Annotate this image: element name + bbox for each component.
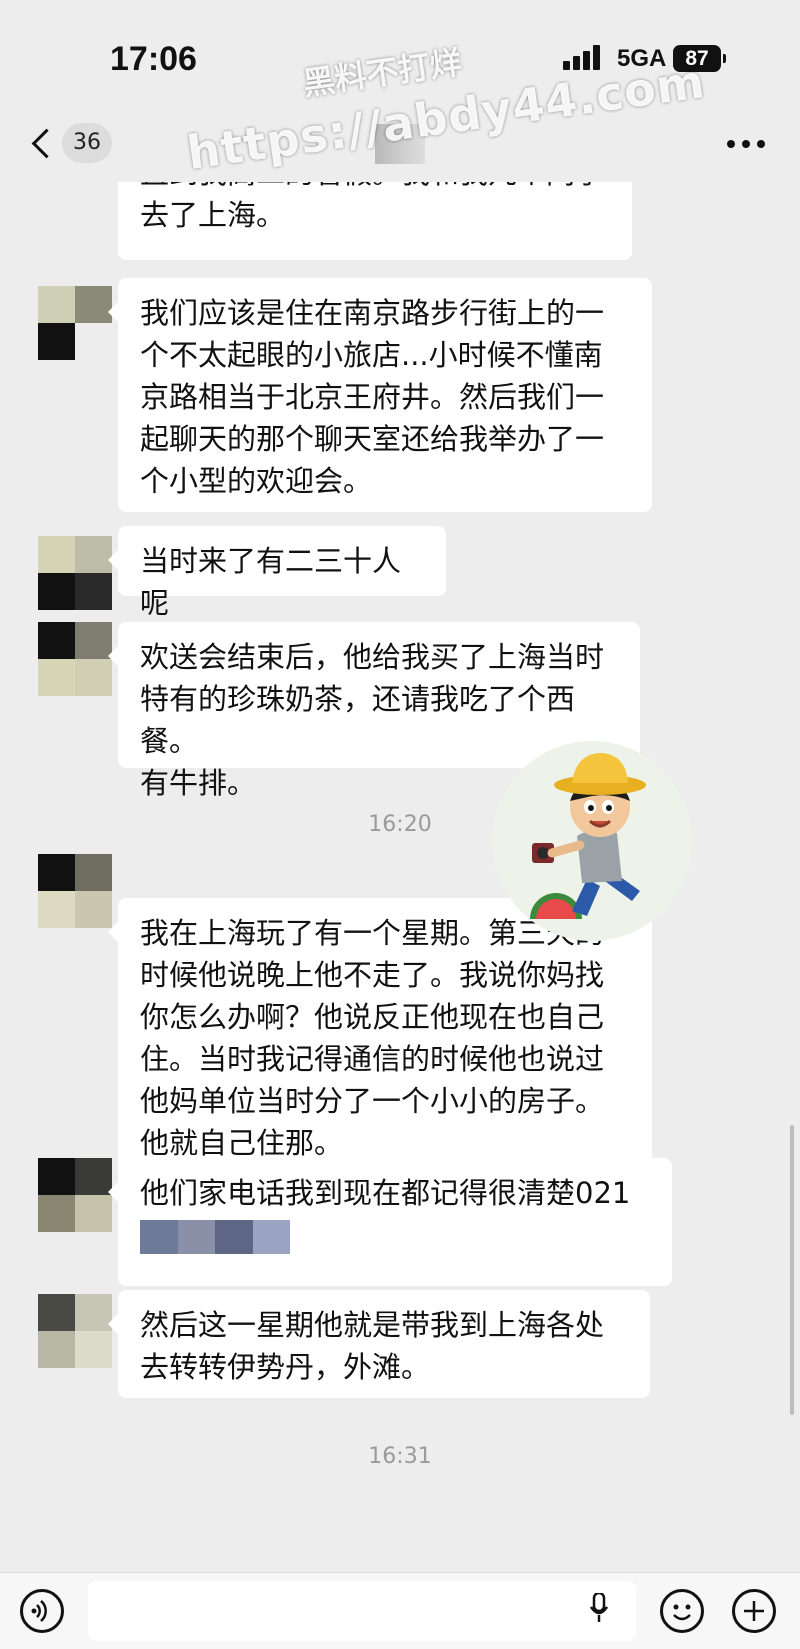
chevron-left-icon[interactable]	[28, 126, 60, 162]
message-bubble[interactable]: 我们应该是住在南京路步行街上的一 个不太起眼的小旅店...小时候不懂南 京路相当…	[108, 278, 652, 512]
cartoon-sticker-image	[492, 741, 692, 941]
message-bubble[interactable]: 他们家电话我到现在都记得很清楚021	[108, 1158, 672, 1286]
status-time: 17:06	[110, 40, 197, 78]
avatar[interactable]	[38, 286, 112, 360]
microphone-icon[interactable]	[589, 1591, 609, 1622]
plus-icon[interactable]	[732, 1589, 776, 1633]
emoji-icon[interactable]	[660, 1589, 704, 1633]
avatar[interactable]	[38, 1158, 112, 1232]
voice-icon[interactable]	[20, 1589, 64, 1633]
input-bar	[0, 1572, 800, 1649]
avatar[interactable]	[38, 536, 112, 610]
message-bubble[interactable]: 然后这一星期他就是带我到上海各处 去转转伊势丹，外滩。	[108, 1290, 650, 1398]
signal-icon	[563, 44, 609, 70]
phone-number-redacted	[140, 1220, 290, 1254]
message-text: 他们家电话我到现在都记得很清楚021	[140, 1176, 631, 1210]
avatar[interactable]	[38, 1294, 112, 1368]
message-bubble[interactable]: 直到我高二的暑假。我和我几个同学 去了上海。	[118, 182, 632, 260]
more-dots-icon[interactable]	[727, 140, 767, 150]
timestamp: 16:31	[368, 1444, 432, 1469]
unread-count-badge[interactable]: 36	[62, 123, 112, 163]
avatar[interactable]	[38, 622, 112, 696]
message-input[interactable]	[88, 1581, 636, 1641]
avatar[interactable]	[38, 854, 112, 928]
message-bubble[interactable]: 当时来了有二三十人呢	[108, 526, 446, 620]
scrollbar[interactable]	[790, 1125, 794, 1415]
